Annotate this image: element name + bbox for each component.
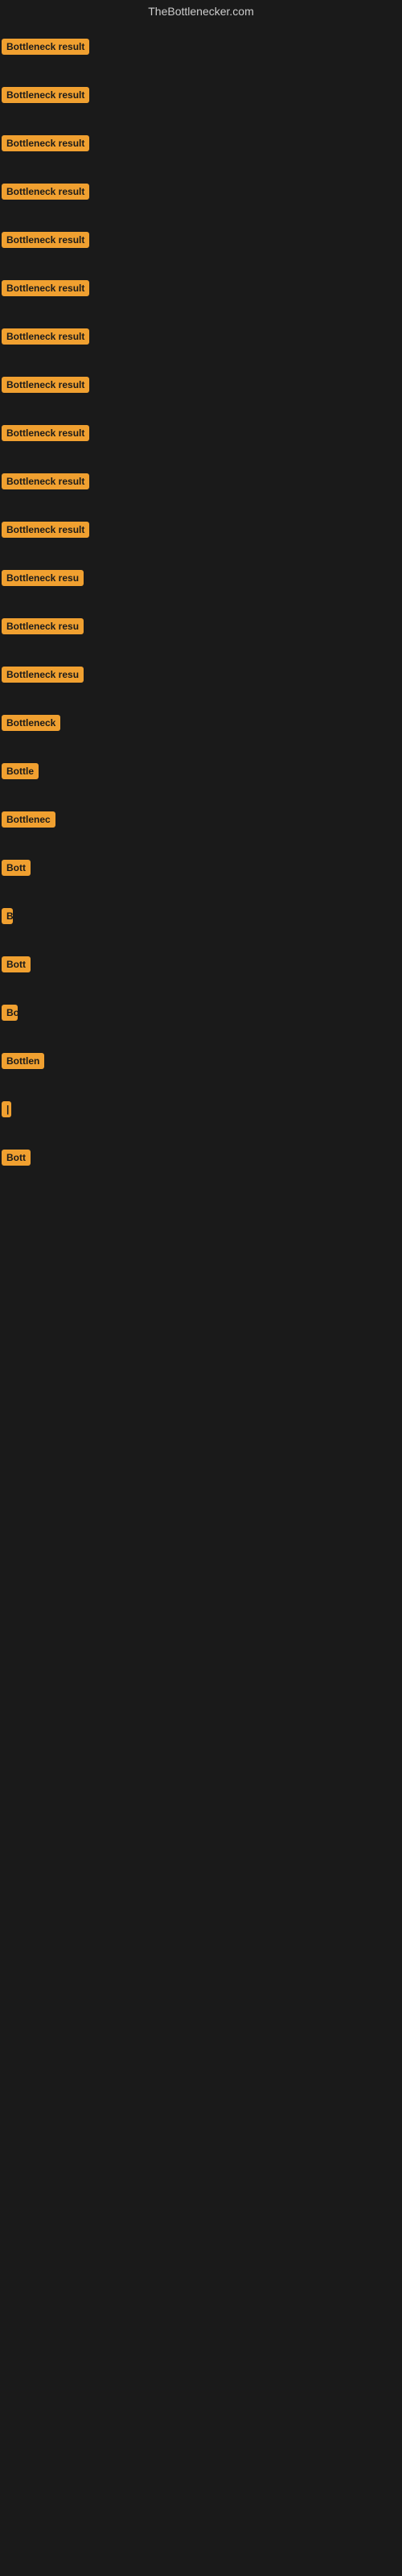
list-item: Bottleneck resu — [0, 602, 402, 650]
bottleneck-result-badge[interactable]: Bo — [2, 1005, 18, 1021]
list-item: Bottlen — [0, 1037, 402, 1085]
list-item: Bottleneck resu — [0, 554, 402, 602]
list-item: Bottleneck result — [0, 312, 402, 361]
list-item: Bo — [0, 989, 402, 1037]
bottleneck-result-badge[interactable]: Bottleneck result — [2, 184, 89, 200]
bottleneck-result-badge[interactable]: Bottleneck result — [2, 473, 89, 489]
list-item: Bottleneck result — [0, 119, 402, 167]
site-title: TheBottlenecker.com — [0, 0, 402, 23]
bottleneck-result-badge[interactable]: Bottleneck resu — [2, 667, 84, 683]
list-item: Bottleneck result — [0, 457, 402, 506]
bottleneck-result-badge[interactable]: Bottleneck — [2, 715, 60, 731]
list-item: B — [0, 892, 402, 940]
list-item: Bottleneck result — [0, 167, 402, 216]
list-item: Bottleneck result — [0, 361, 402, 409]
bottleneck-result-badge[interactable]: Bottleneck result — [2, 328, 89, 345]
bottleneck-result-badge[interactable]: Bottlen — [2, 1053, 44, 1069]
bottleneck-result-badge[interactable]: B — [2, 908, 13, 924]
bottleneck-result-badge[interactable]: Bottleneck result — [2, 39, 89, 55]
list-item: Bott — [0, 844, 402, 892]
bottleneck-result-badge[interactable]: Bottleneck result — [2, 522, 89, 538]
list-item: Bottleneck result — [0, 71, 402, 119]
bottleneck-result-badge[interactable]: Bott — [2, 860, 31, 876]
bottleneck-result-badge[interactable]: Bottleneck result — [2, 87, 89, 103]
bottleneck-result-badge[interactable]: Bottleneck result — [2, 280, 89, 296]
list-item: Bottlenec — [0, 795, 402, 844]
bottleneck-result-badge[interactable]: Bott — [2, 956, 31, 972]
bottleneck-result-badge[interactable]: Bottleneck result — [2, 232, 89, 248]
list-item: Bottle — [0, 747, 402, 795]
list-item: Bottleneck result — [0, 506, 402, 554]
list-item: Bott — [0, 940, 402, 989]
list-item: Bottleneck result — [0, 264, 402, 312]
bottleneck-result-badge[interactable]: Bottleneck result — [2, 425, 89, 441]
bottleneck-result-badge[interactable]: Bottleneck result — [2, 377, 89, 393]
bottleneck-result-badge[interactable]: Bottle — [2, 763, 39, 779]
list-item: Bott — [0, 1133, 402, 1182]
bottleneck-result-badge[interactable]: Bottlenec — [2, 811, 55, 828]
bottleneck-result-badge[interactable]: Bottleneck resu — [2, 570, 84, 586]
badges-container: Bottleneck result Bottleneck result Bottle… — [0, 23, 402, 1182]
bottleneck-result-badge[interactable]: Bottleneck resu — [2, 618, 84, 634]
list-item: Bottleneck result — [0, 216, 402, 264]
list-item: Bottleneck result — [0, 409, 402, 457]
list-item: Bottleneck — [0, 699, 402, 747]
list-item: | — [0, 1085, 402, 1133]
list-item: Bottleneck resu — [0, 650, 402, 699]
bottleneck-result-badge[interactable]: Bott — [2, 1150, 31, 1166]
bottleneck-result-badge[interactable]: Bottleneck result — [2, 135, 89, 151]
list-item: Bottleneck result — [0, 23, 402, 71]
bottleneck-result-badge[interactable]: | — [2, 1101, 11, 1117]
